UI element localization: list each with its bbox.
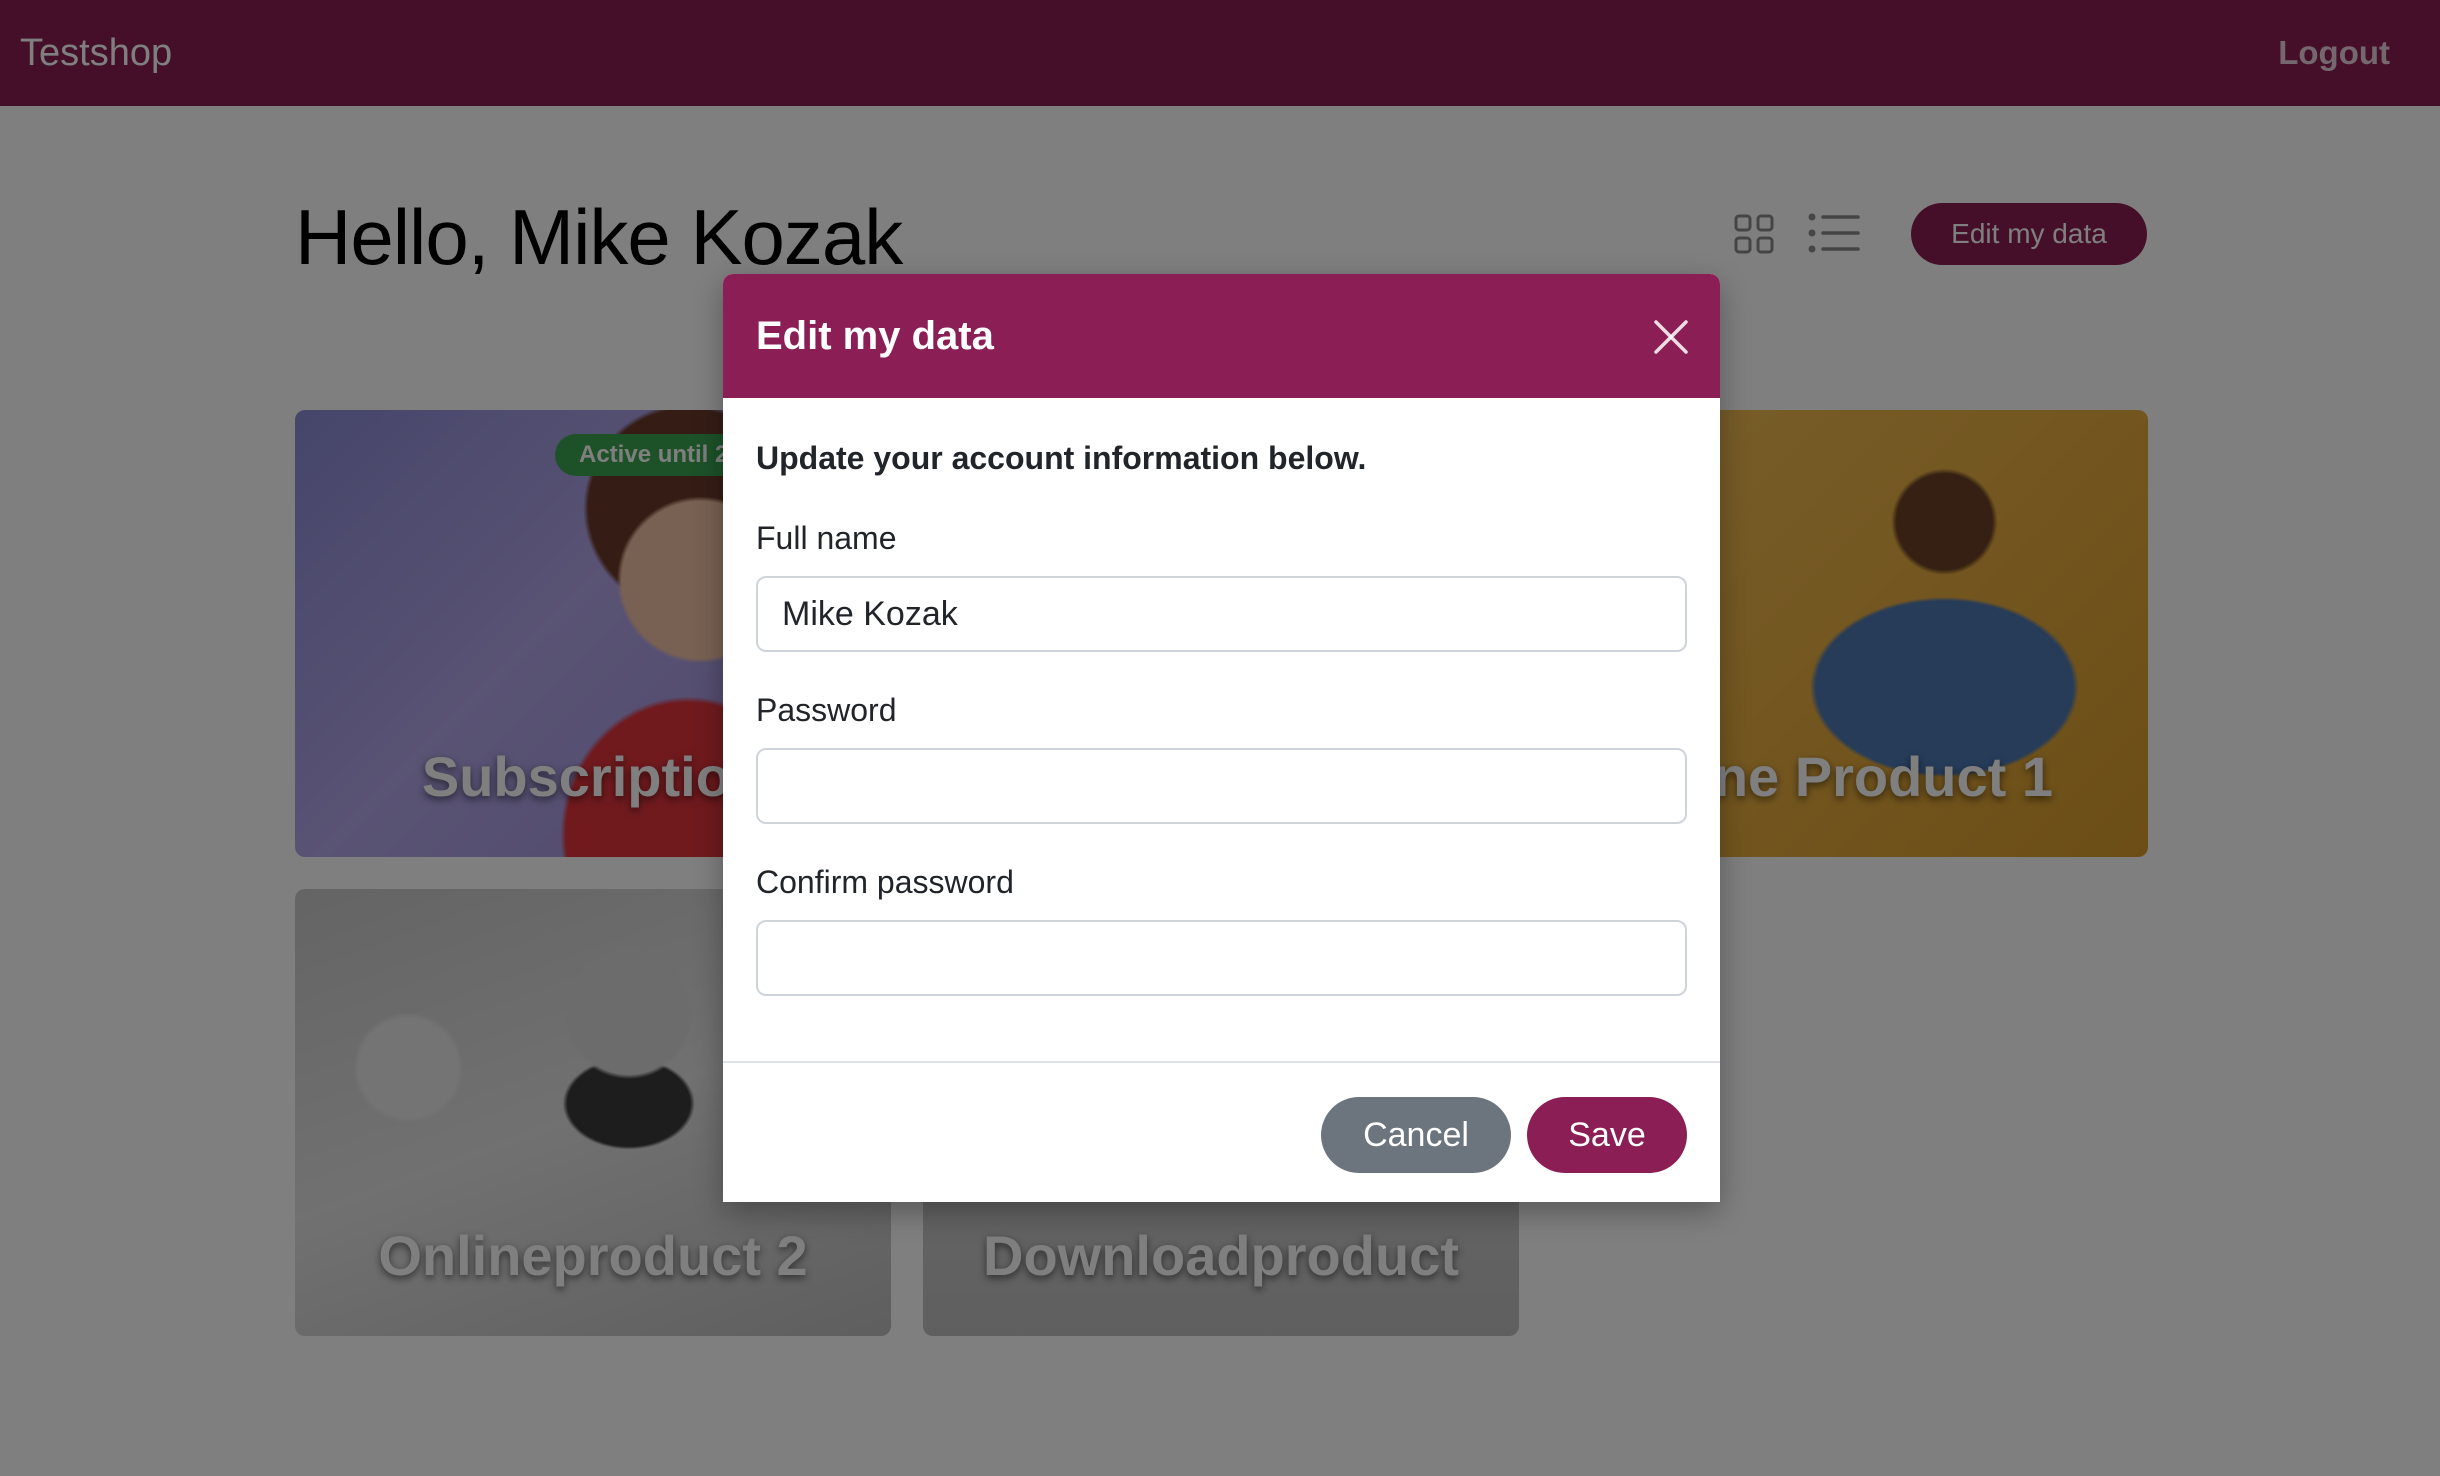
save-button[interactable]: Save [1527,1097,1687,1173]
password-label: Password [756,692,897,728]
confirm-password-label: Confirm password [756,864,1014,900]
password-field[interactable] [756,748,1687,824]
modal-content: Update your account information below. F… [723,274,1720,1202]
confirm-password-field[interactable] [756,920,1687,996]
cancel-button[interactable]: Cancel [1321,1097,1511,1173]
full-name-field[interactable] [756,576,1687,652]
modal-intro-text: Update your account information below. [756,440,1367,476]
full-name-label: Full name [756,520,897,556]
modal-footer: Cancel Save [723,1061,1720,1202]
